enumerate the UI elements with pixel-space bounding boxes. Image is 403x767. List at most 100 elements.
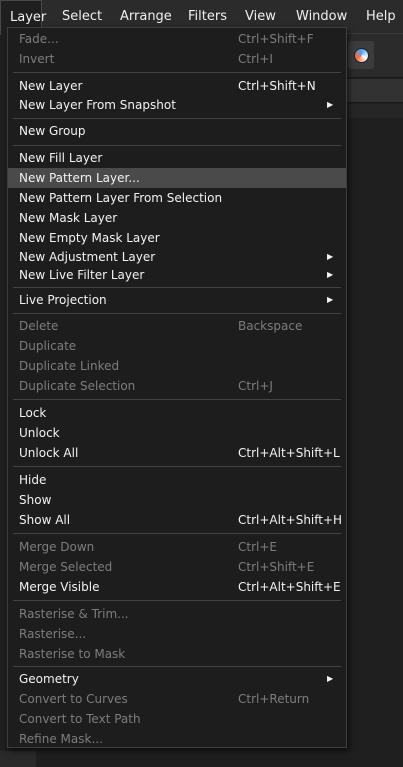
chevron-right-icon: ▶ <box>327 295 334 304</box>
chevron-right-icon: ▶ <box>327 252 334 261</box>
menu-item-shortcut: Ctrl+Alt+Shift+E <box>238 580 341 594</box>
menu-item-fade[interactable]: Fade... Ctrl+Shift+F <box>8 29 346 49</box>
menu-item-show-all[interactable]: Show All Ctrl+Alt+Shift+H <box>8 510 346 530</box>
menu-item-label: New Empty Mask Layer <box>19 231 160 245</box>
menu-item-new-live-filter-layer[interactable]: New Live Filter Layer ▶ <box>8 265 346 285</box>
menu-item-label: Live Projection <box>19 293 107 307</box>
menu-item-new-adjustment-layer[interactable]: New Adjustment Layer ▶ <box>8 247 346 267</box>
menu-item-label: New Group <box>19 124 86 138</box>
menu-item-label: Merge Down <box>19 540 95 554</box>
menu-item-rasterise[interactable]: Rasterise... <box>8 624 346 644</box>
menu-item-label: New Fill Layer <box>19 151 103 165</box>
menu-item-invert[interactable]: Invert Ctrl+I <box>8 49 346 69</box>
menu-item-delete[interactable]: Delete Backspace <box>8 316 346 336</box>
menu-item-shortcut: Ctrl+E <box>238 540 277 554</box>
color-picker-button[interactable] <box>348 41 374 69</box>
menu-item-label: New Mask Layer <box>19 211 118 225</box>
menu-item-rasterise-trim[interactable]: Rasterise & Trim... <box>8 604 346 624</box>
menu-item-duplicate-linked[interactable]: Duplicate Linked <box>8 356 346 376</box>
menu-item-label: Invert <box>19 52 55 66</box>
menu-item-label: Delete <box>19 319 59 333</box>
color-wheel-icon <box>354 48 369 63</box>
menu-item-label: Unlock <box>19 426 60 440</box>
menu-item-label: New Pattern Layer... <box>19 171 140 185</box>
menu-item-label: Fade... <box>19 32 59 46</box>
menu-item-refine-mask[interactable]: Refine Mask... <box>8 729 346 749</box>
layer-menu-dropdown: Fade... Ctrl+Shift+F Invert Ctrl+I New L… <box>7 27 347 748</box>
menu-item-label: Lock <box>19 406 47 420</box>
menu-separator <box>13 466 341 467</box>
chevron-right-icon: ▶ <box>327 270 334 279</box>
menu-item-hide[interactable]: Hide <box>8 470 346 490</box>
menu-item-merge-down[interactable]: Merge Down Ctrl+E <box>8 537 346 557</box>
menu-item-duplicate[interactable]: Duplicate <box>8 336 346 356</box>
menu-separator <box>13 72 341 73</box>
menu-item-shortcut: Backspace <box>238 319 303 333</box>
menu-item-shortcut: Ctrl+Shift+E <box>238 560 315 574</box>
menu-item-new-fill-layer[interactable]: New Fill Layer <box>8 148 346 168</box>
menu-separator <box>13 399 341 400</box>
menu-item-label: Merge Visible <box>19 580 100 594</box>
menu-item-label: Show <box>19 493 52 507</box>
chevron-right-icon: ▶ <box>327 674 334 683</box>
menu-separator <box>13 145 341 146</box>
menu-item-merge-selected[interactable]: Merge Selected Ctrl+Shift+E <box>8 557 346 577</box>
menu-item-label: Geometry <box>19 672 79 686</box>
menu-item-label: Duplicate <box>19 339 77 353</box>
menu-item-new-empty-mask-layer[interactable]: New Empty Mask Layer <box>8 228 346 248</box>
menu-item-shortcut: Ctrl+Alt+Shift+H <box>238 513 343 527</box>
menu-item-label: New Layer <box>19 79 83 93</box>
menu-item-rasterise-to-mask[interactable]: Rasterise to Mask <box>8 644 346 664</box>
menu-item-new-pattern-layer[interactable]: New Pattern Layer... <box>8 168 346 188</box>
menu-item-merge-visible[interactable]: Merge Visible Ctrl+Alt+Shift+E <box>8 577 346 597</box>
menu-item-label: New Live Filter Layer <box>19 268 145 282</box>
menu-item-live-projection[interactable]: Live Projection ▶ <box>8 290 346 310</box>
menu-item-new-layer-from-snapshot[interactable]: New Layer From Snapshot ▶ <box>8 95 346 115</box>
menu-item-shortcut: Ctrl+Alt+Shift+L <box>238 446 340 460</box>
panel-strip <box>346 104 403 118</box>
menu-item-shortcut: Ctrl+I <box>238 52 273 66</box>
menu-item-unlock-all[interactable]: Unlock All Ctrl+Alt+Shift+L <box>8 443 346 463</box>
toolbar-strip <box>346 79 403 103</box>
menu-item-show[interactable]: Show <box>8 490 346 510</box>
menu-item-new-mask-layer[interactable]: New Mask Layer <box>8 208 346 228</box>
menu-item-label: New Pattern Layer From Selection <box>19 191 223 205</box>
background-workspace <box>346 34 403 767</box>
menu-item-shortcut: Ctrl+Shift+F <box>238 32 314 46</box>
menu-item-label: New Adjustment Layer <box>19 250 156 264</box>
menu-item-new-group[interactable]: New Group <box>8 121 346 141</box>
menu-item-convert-to-curves[interactable]: Convert to Curves Ctrl+Return <box>8 689 346 709</box>
menu-item-label: Hide <box>19 473 47 487</box>
menu-item-label: Rasterise & Trim... <box>19 607 129 621</box>
menu-help[interactable]: Help <box>366 0 396 34</box>
menu-item-convert-to-text-path[interactable]: Convert to Text Path <box>8 709 346 729</box>
status-strip <box>0 751 36 767</box>
context-toolbar <box>346 34 403 78</box>
menu-item-label: Merge Selected <box>19 560 113 574</box>
menu-item-shortcut: Ctrl+J <box>238 379 273 393</box>
menu-item-shortcut: Ctrl+Return <box>238 692 310 706</box>
menu-item-label: Refine Mask... <box>19 732 103 746</box>
menu-separator <box>13 666 341 667</box>
menu-item-new-pattern-layer-from-selection[interactable]: New Pattern Layer From Selection <box>8 188 346 208</box>
menu-item-lock[interactable]: Lock <box>8 403 346 423</box>
menu-separator <box>13 287 341 288</box>
menu-item-label: New Layer From Snapshot <box>19 98 176 112</box>
menu-item-new-layer[interactable]: New Layer Ctrl+Shift+N <box>8 76 346 96</box>
menu-item-label: Unlock All <box>19 446 79 460</box>
menu-item-label: Convert to Curves <box>19 692 128 706</box>
menu-separator <box>13 313 341 314</box>
menu-separator <box>13 533 341 534</box>
menu-item-label: Rasterise to Mask <box>19 647 126 661</box>
menu-separator <box>13 118 341 119</box>
menu-item-shortcut: Ctrl+Shift+N <box>238 79 316 93</box>
menu-item-label: Show All <box>19 513 71 527</box>
menu-item-label: Duplicate Linked <box>19 359 120 373</box>
menu-separator <box>13 600 341 601</box>
menu-item-unlock[interactable]: Unlock <box>8 423 346 443</box>
menu-item-label: Rasterise... <box>19 627 87 641</box>
menu-item-duplicate-selection[interactable]: Duplicate Selection Ctrl+J <box>8 376 346 396</box>
menu-item-geometry[interactable]: Geometry ▶ <box>8 669 346 689</box>
menu-item-label: Convert to Text Path <box>19 712 141 726</box>
menu-item-label: Duplicate Selection <box>19 379 136 393</box>
